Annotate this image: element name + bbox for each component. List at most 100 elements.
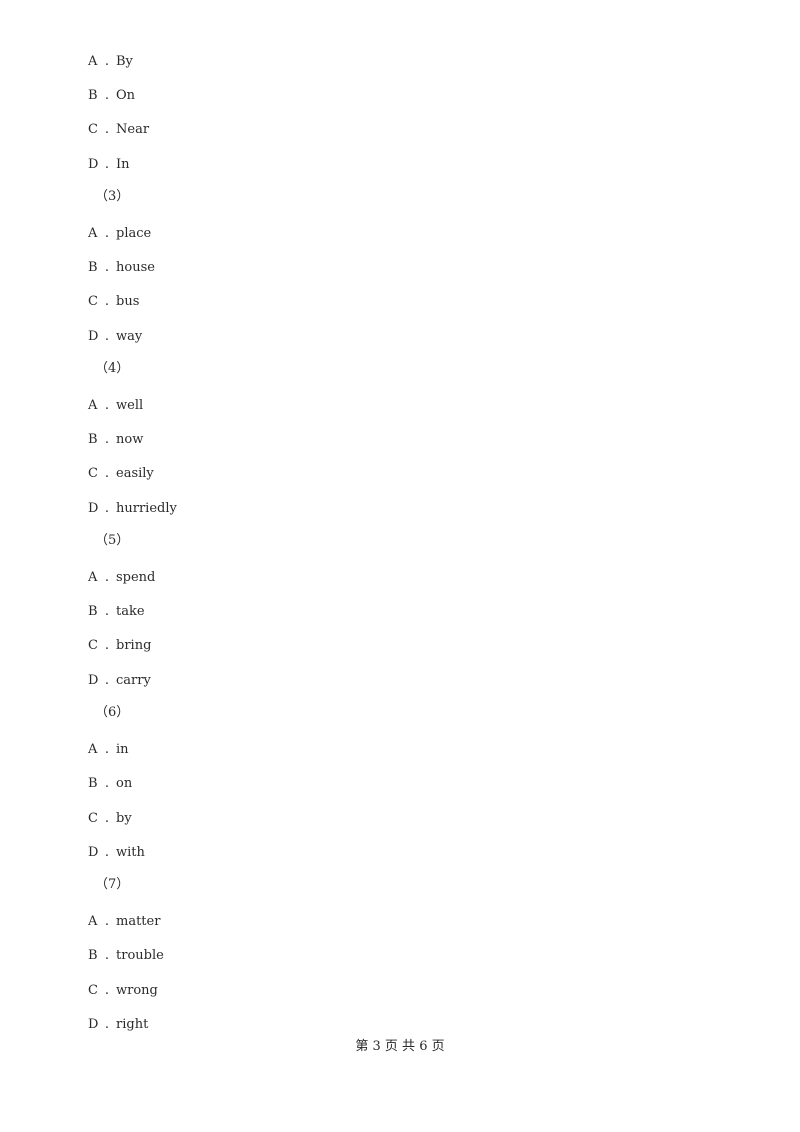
option-letter: A bbox=[88, 226, 98, 241]
option-separator: . bbox=[104, 501, 110, 516]
option-separator: . bbox=[104, 1017, 110, 1032]
option-2-d: D. In bbox=[88, 157, 130, 173]
option-7-a: A. matter bbox=[88, 914, 160, 930]
option-letter: A bbox=[88, 914, 98, 929]
option-text: in bbox=[116, 742, 129, 757]
option-text: bring bbox=[116, 638, 152, 653]
option-text: take bbox=[116, 604, 145, 619]
option-text: carry bbox=[116, 673, 151, 688]
option-6-d: D. with bbox=[88, 845, 145, 861]
option-2-a: A. By bbox=[88, 54, 133, 70]
option-separator: . bbox=[104, 742, 110, 757]
option-6-a: A. in bbox=[88, 742, 129, 758]
option-7-d: D. right bbox=[88, 1017, 148, 1033]
option-separator: . bbox=[104, 914, 110, 929]
option-text: bus bbox=[116, 294, 140, 309]
option-letter: A bbox=[88, 398, 98, 413]
option-letter: C bbox=[88, 983, 98, 998]
option-text: In bbox=[116, 157, 130, 172]
option-3-b: B. house bbox=[88, 260, 155, 276]
option-separator: . bbox=[104, 604, 110, 619]
option-2-c: C. Near bbox=[88, 122, 149, 138]
option-text: By bbox=[116, 54, 133, 69]
option-separator: . bbox=[104, 948, 110, 963]
option-2-b: B. On bbox=[88, 88, 135, 104]
option-7-c: C. wrong bbox=[88, 983, 158, 999]
option-letter: C bbox=[88, 811, 98, 826]
option-letter: C bbox=[88, 466, 98, 481]
option-separator: . bbox=[104, 638, 110, 653]
option-separator: . bbox=[104, 776, 110, 791]
option-text: hurriedly bbox=[116, 501, 177, 516]
option-separator: . bbox=[104, 88, 110, 103]
option-5-d: D. carry bbox=[88, 673, 151, 689]
option-separator: . bbox=[104, 673, 110, 688]
option-letter: C bbox=[88, 294, 98, 309]
option-separator: . bbox=[104, 570, 110, 585]
option-separator: . bbox=[104, 398, 110, 413]
option-text: right bbox=[116, 1017, 149, 1032]
option-letter: B bbox=[88, 604, 98, 619]
option-6-b: B. on bbox=[88, 776, 132, 792]
option-text: On bbox=[116, 88, 136, 103]
option-separator: . bbox=[104, 157, 110, 172]
option-letter: D bbox=[88, 673, 99, 688]
option-7-b: B. trouble bbox=[88, 948, 164, 964]
option-text: trouble bbox=[116, 948, 164, 963]
option-separator: . bbox=[104, 983, 110, 998]
option-letter: A bbox=[88, 570, 98, 585]
option-separator: . bbox=[104, 845, 110, 860]
option-separator: . bbox=[104, 466, 110, 481]
option-separator: . bbox=[104, 811, 110, 826]
option-text: by bbox=[116, 811, 132, 826]
question-number-3: （3） bbox=[95, 189, 130, 204]
option-6-c: C. by bbox=[88, 811, 132, 827]
option-letter: D bbox=[88, 501, 99, 516]
option-text: house bbox=[116, 260, 155, 275]
question-number-6: （6） bbox=[95, 705, 130, 720]
question-number-5: （5） bbox=[95, 533, 130, 548]
option-letter: B bbox=[88, 432, 98, 447]
option-letter: C bbox=[88, 638, 98, 653]
option-text: wrong bbox=[116, 983, 158, 998]
option-text: with bbox=[116, 845, 145, 860]
option-letter: D bbox=[88, 845, 99, 860]
option-5-b: B. take bbox=[88, 604, 145, 620]
option-letter: A bbox=[88, 742, 98, 757]
option-5-c: C. bring bbox=[88, 638, 151, 654]
option-separator: . bbox=[104, 122, 110, 137]
option-letter: D bbox=[88, 329, 99, 344]
document-page: A. By B. On C. Near D. In （3） A. place B. hous… bbox=[0, 0, 800, 1132]
option-letter: B bbox=[88, 776, 98, 791]
option-separator: . bbox=[104, 432, 110, 447]
option-letter: A bbox=[88, 54, 98, 69]
option-letter: D bbox=[88, 1017, 99, 1032]
option-separator: . bbox=[104, 294, 110, 309]
option-letter: B bbox=[88, 260, 98, 275]
option-text: well bbox=[116, 398, 144, 413]
option-text: way bbox=[116, 329, 143, 344]
option-text: matter bbox=[116, 914, 161, 929]
option-text: place bbox=[116, 226, 152, 241]
option-text: on bbox=[116, 776, 133, 791]
page-footer: 第 3 页 共 6 页 bbox=[355, 1039, 445, 1054]
question-number-7: （7） bbox=[95, 877, 130, 892]
option-4-a: A. well bbox=[88, 398, 143, 414]
option-letter: C bbox=[88, 122, 98, 137]
option-separator: . bbox=[104, 226, 110, 241]
option-3-c: C. bus bbox=[88, 294, 139, 310]
option-4-c: C. easily bbox=[88, 466, 154, 482]
option-text: now bbox=[116, 432, 144, 447]
option-separator: . bbox=[104, 54, 110, 69]
question-number-4: （4） bbox=[95, 361, 130, 376]
option-text: easily bbox=[116, 466, 154, 481]
option-3-a: A. place bbox=[88, 226, 151, 242]
option-letter: B bbox=[88, 88, 98, 103]
option-text: Near bbox=[116, 122, 150, 137]
option-text: spend bbox=[116, 570, 156, 585]
option-letter: B bbox=[88, 948, 98, 963]
option-5-a: A. spend bbox=[88, 570, 155, 586]
option-4-b: B. now bbox=[88, 432, 143, 448]
option-3-d: D. way bbox=[88, 329, 142, 345]
option-separator: . bbox=[104, 329, 110, 344]
